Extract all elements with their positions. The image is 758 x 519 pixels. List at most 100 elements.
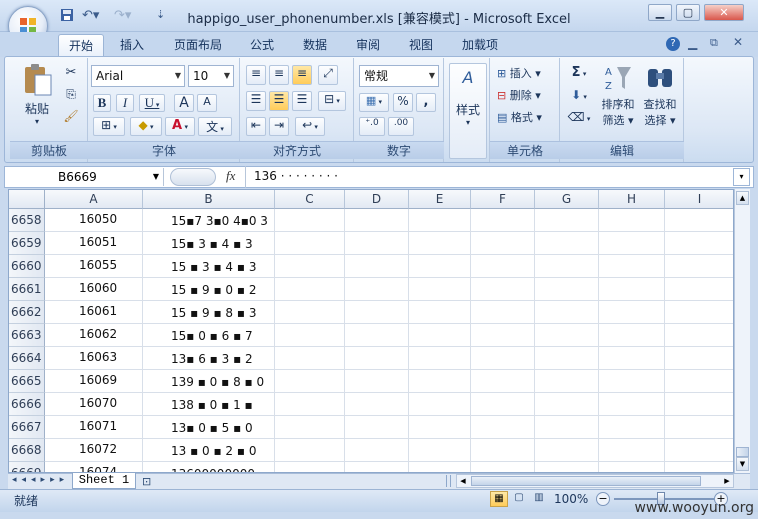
cell-empty[interactable] — [345, 416, 409, 439]
tab-review[interactable]: 审阅 — [346, 34, 390, 56]
cell-empty[interactable] — [535, 255, 599, 278]
cell-phone-number[interactable]: 13▪ 0 ▪ 5 ▪ 0 — [143, 416, 275, 439]
cell-empty[interactable] — [599, 347, 665, 370]
paste-button[interactable]: 粘贴 ▾ — [16, 62, 58, 136]
clear-icon[interactable]: ⌫ ▾ — [566, 109, 592, 127]
cell-empty[interactable] — [599, 255, 665, 278]
cell-empty[interactable] — [275, 370, 345, 393]
column-header-b[interactable]: B — [143, 190, 275, 209]
cell-empty[interactable] — [599, 416, 665, 439]
cell-empty[interactable] — [535, 462, 599, 472]
cut-icon[interactable]: ✂ — [62, 64, 80, 82]
cell-phone-number[interactable]: 15 ▪ 9 ▪ 0 ▪ 2 — [143, 278, 275, 301]
cell-empty[interactable] — [471, 439, 535, 462]
select-all-corner[interactable] — [9, 190, 45, 209]
fill-icon[interactable]: ⬇ ▾ — [566, 87, 592, 105]
cell-empty[interactable] — [535, 278, 599, 301]
ribbon-restore-icon[interactable]: ⧉ — [710, 36, 718, 50]
grow-font-button[interactable]: A — [174, 94, 194, 112]
row-header[interactable]: 6667 — [9, 416, 45, 439]
cell-empty[interactable] — [599, 370, 665, 393]
normal-view-icon[interactable]: ▦ — [490, 491, 508, 507]
cell-empty[interactable] — [599, 324, 665, 347]
underline-button[interactable]: U ▾ — [139, 94, 165, 112]
tab-page-layout[interactable]: 页面布局 — [164, 34, 232, 56]
cell-empty[interactable] — [345, 278, 409, 301]
cell-empty[interactable] — [345, 347, 409, 370]
cell-empty[interactable] — [535, 232, 599, 255]
name-box[interactable]: B6669 ▼ — [6, 168, 164, 186]
column-header-h[interactable]: H — [599, 190, 665, 209]
help-icon[interactable]: ? — [666, 37, 680, 51]
orientation-icon[interactable]: ⤢ — [318, 65, 338, 85]
cell-user-id[interactable]: 16070 — [45, 393, 143, 416]
find-select-button[interactable]: 查找和 选择 ▾ — [640, 62, 680, 136]
cell-phone-number[interactable]: 13600000000 — [143, 462, 275, 472]
cell-empty[interactable] — [409, 301, 471, 324]
autosum-button[interactable]: Σ ▾ — [566, 64, 592, 82]
cell-phone-number[interactable]: 15▪7 3▪0 4▪0 3 — [143, 209, 275, 232]
cell-empty[interactable] — [275, 416, 345, 439]
cell-empty[interactable] — [665, 255, 733, 278]
minimize-button[interactable]: ▁ — [648, 4, 672, 21]
cell-user-id[interactable]: 16060 — [45, 278, 143, 301]
cell-empty[interactable] — [409, 416, 471, 439]
column-header-e[interactable]: E — [409, 190, 471, 209]
tab-addins[interactable]: 加载项 — [452, 34, 508, 56]
insert-cells-button[interactable]: ⊞ 插入 ▾ — [496, 64, 556, 82]
formula-input[interactable]: 136 · · · · · · · · — [254, 169, 338, 183]
worksheet-grid[interactable]: A B C D E F G H I 6658 16050 15▪7 3▪0 4▪0 3 6659 1605… — [8, 189, 734, 473]
cell-phone-number[interactable]: 13 ▪ 0 ▪ 2 ▪ 0 — [143, 439, 275, 462]
cell-empty[interactable] — [599, 393, 665, 416]
cell-empty[interactable] — [665, 301, 733, 324]
cell-empty[interactable] — [275, 347, 345, 370]
cell-empty[interactable] — [275, 301, 345, 324]
cell-empty[interactable] — [471, 416, 535, 439]
cell-empty[interactable] — [471, 209, 535, 232]
cell-empty[interactable] — [665, 232, 733, 255]
borders-button[interactable]: ⊞ ▾ — [93, 117, 125, 136]
tab-data[interactable]: 数据 — [293, 34, 337, 56]
bold-button[interactable]: B — [93, 94, 111, 112]
cell-empty[interactable] — [345, 301, 409, 324]
cell-empty[interactable] — [599, 209, 665, 232]
cell-empty[interactable] — [665, 370, 733, 393]
cell-empty[interactable] — [275, 462, 345, 472]
cell-empty[interactable] — [409, 462, 471, 472]
cell-empty[interactable] — [345, 255, 409, 278]
fill-color-button[interactable]: ◆ ▾ — [130, 117, 162, 136]
cell-empty[interactable] — [599, 232, 665, 255]
scroll-thumb[interactable] — [736, 447, 749, 457]
copy-icon[interactable]: ⎘ — [62, 86, 80, 104]
cell-empty[interactable] — [599, 439, 665, 462]
wrap-text-icon[interactable]: ↩ ▾ — [295, 117, 325, 136]
cell-empty[interactable] — [409, 393, 471, 416]
cell-empty[interactable] — [345, 439, 409, 462]
cell-user-id[interactable]: 16061 — [45, 301, 143, 324]
cell-empty[interactable] — [345, 393, 409, 416]
maximize-button[interactable]: ▢ — [676, 4, 700, 21]
cell-empty[interactable] — [345, 370, 409, 393]
align-middle-icon[interactable]: ≡ — [269, 65, 289, 85]
cell-phone-number[interactable]: 15 ▪ 3 ▪ 4 ▪ 3 — [143, 255, 275, 278]
cell-user-id[interactable]: 16072 — [45, 439, 143, 462]
workbook-close-icon[interactable]: ✕ — [733, 35, 743, 49]
row-header[interactable]: 6665 — [9, 370, 45, 393]
insert-sheet-icon[interactable]: ⊡ — [142, 475, 162, 488]
row-header[interactable]: 6658 — [9, 209, 45, 232]
phonetic-button[interactable]: 文 ▾ — [198, 117, 232, 136]
align-left-icon[interactable]: ☰ — [246, 91, 266, 111]
percent-button[interactable]: % — [393, 93, 413, 112]
cell-user-id[interactable]: 16069 — [45, 370, 143, 393]
row-header[interactable]: 6661 — [9, 278, 45, 301]
cell-phone-number[interactable]: 15▪ 3 ▪ 4 ▪ 3 — [143, 232, 275, 255]
page-break-view-icon[interactable]: ▥ — [530, 491, 548, 507]
tab-home[interactable]: 开始 — [58, 34, 105, 56]
cell-empty[interactable] — [275, 255, 345, 278]
cell-phone-number[interactable]: 138 ▪ 0 ▪ 1 ▪ — [143, 393, 275, 416]
sort-filter-button[interactable]: AZ 排序和 筛选 ▾ — [598, 62, 638, 136]
cell-empty[interactable] — [345, 232, 409, 255]
cell-user-id[interactable]: 16071 — [45, 416, 143, 439]
font-name-combo[interactable]: Arial ▼ — [91, 65, 185, 87]
format-cells-button[interactable]: ▤ 格式 ▾ — [496, 108, 556, 126]
